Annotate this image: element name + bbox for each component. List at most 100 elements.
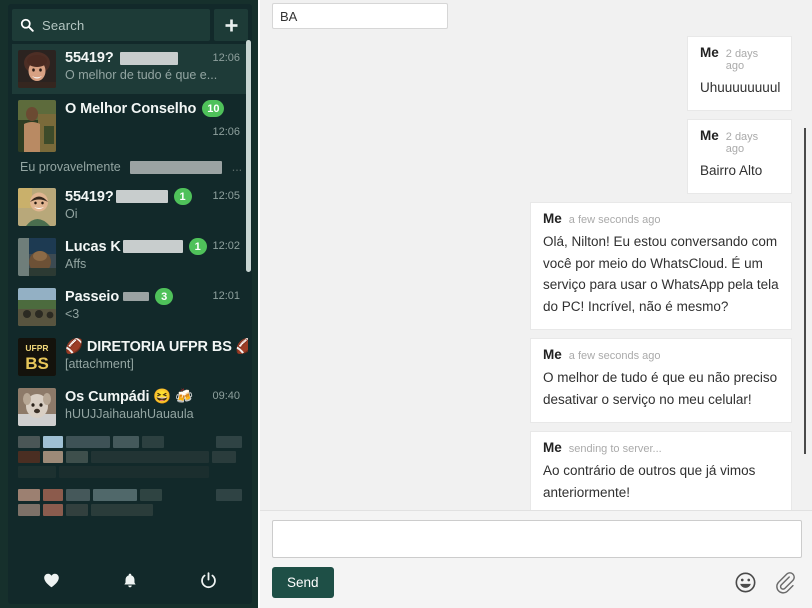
message-author: Me <box>700 127 719 143</box>
message-header: Me 2 days ago <box>700 128 779 155</box>
avatar <box>18 50 56 88</box>
avatar-image <box>18 50 56 88</box>
chat-time: 12:06 <box>212 52 240 64</box>
chat-list[interactable]: 55419? O melhor de tudo é que e... 12:06 <box>12 44 248 560</box>
chat-list-item[interactable]: O Melhor Conselho 10 12:06 <box>12 94 248 158</box>
chat-title: 55419? <box>65 50 114 66</box>
composer-actions: Send <box>272 567 802 598</box>
message-time: a few seconds ago <box>568 213 661 226</box>
message-list: Me 2 days ago Uhuuuuuuuul Me 2 days ago … <box>260 32 812 510</box>
unread-badge: 1 <box>173 188 192 206</box>
message-author: Me <box>543 210 562 226</box>
avatar <box>18 388 56 427</box>
unread-badge: 1 <box>188 238 207 256</box>
avatar <box>18 100 56 152</box>
chat-list-item[interactable]: Lucas K 1 Affs 12:02 <box>12 232 248 282</box>
avatar-image <box>18 388 56 427</box>
chat-preview: Affs <box>65 257 87 272</box>
chat-title: Lucas K <box>65 238 121 255</box>
chat-title: 55419? <box>65 188 114 205</box>
chat-list-item[interactable]: 55419? O melhor de tudo é que e... 12:06 <box>12 44 248 94</box>
message-scrollbar-thumb[interactable] <box>804 128 806 454</box>
chat-time: 12:05 <box>212 190 240 203</box>
unread-badge: 3 <box>155 288 174 306</box>
message-author: Me <box>543 439 562 455</box>
sidebar: Search 55419? O melhor de tudo é que e..… <box>0 0 260 608</box>
message-time: 2 days ago <box>725 48 759 72</box>
message-bubble: Me 2 days ago Bairro Alto <box>687 118 792 194</box>
chat-time: 12:01 <box>212 290 240 303</box>
sidebar-panel: Search 55419? O melhor de tudo é que e..… <box>8 4 252 604</box>
message-text: Bairro Alto <box>700 162 763 178</box>
message-time: sending to server... <box>568 442 662 455</box>
attachment-icon[interactable] <box>775 571 796 594</box>
chat-body: 🏈 DIRETORIA UFPR BS 🏈 [attachment] <box>65 338 248 376</box>
message-header: Me a few seconds ago <box>543 347 779 362</box>
heart-icon[interactable] <box>43 572 60 589</box>
sidebar-scrollbar-thumb[interactable] <box>246 40 251 272</box>
avatar-image: UFPR BS <box>18 338 56 377</box>
redacted-name <box>115 190 168 204</box>
add-chat-button[interactable] <box>214 9 248 41</box>
message-text: Ao contrário de outros que já vimos ante… <box>543 462 756 500</box>
message-input[interactable] <box>272 520 802 558</box>
redacted-preview <box>130 161 223 175</box>
chat-preview: <3 <box>65 307 80 322</box>
obscured-chat-item[interactable] <box>12 432 248 485</box>
avatar <box>18 288 56 327</box>
message-text: O melhor de tudo é que eu não preciso de… <box>543 370 778 408</box>
message-bubble: Me 2 days ago Uhuuuuuuuul <box>687 36 792 111</box>
sidebar-scrollbar[interactable] <box>246 40 251 558</box>
avatar-image <box>18 100 56 152</box>
message-header: Me sending to server... <box>543 440 779 455</box>
whatscloud-app: Search 55419? O melhor de tudo é que e..… <box>0 0 812 608</box>
svg-text:BS: BS <box>25 354 49 373</box>
chat-list-item[interactable]: Passeio 3 <3 12:01 <box>12 282 248 332</box>
search-input[interactable]: Search <box>12 9 210 41</box>
power-icon[interactable] <box>200 571 217 589</box>
avatar <box>18 188 56 227</box>
emoji-icon[interactable] <box>735 572 756 593</box>
sidebar-footer <box>12 560 248 600</box>
avatar-image <box>18 188 56 227</box>
recipient-input[interactable] <box>272 3 448 29</box>
message-time: 2 days ago <box>725 130 759 155</box>
avatar <box>18 238 56 277</box>
chat-time: 09:40 <box>212 390 240 403</box>
recipient-row <box>260 0 812 32</box>
obscured-chat-item[interactable] <box>12 485 248 523</box>
composer-tools <box>735 571 802 594</box>
chat-preview-suffix: ... <box>231 160 243 174</box>
chat-title-row: O Melhor Conselho 10 <box>65 100 240 117</box>
chat-preview: Eu provavelmente <box>20 160 121 174</box>
chat-title: Passeio <box>65 288 120 305</box>
chat-title: Os Cumpádi 😆 🍻 <box>65 389 194 406</box>
search-icon <box>20 18 34 32</box>
plus-icon <box>225 19 237 31</box>
redacted-name <box>119 51 178 65</box>
redacted-name <box>123 292 150 302</box>
avatar: UFPR BS <box>18 338 56 377</box>
composer: Send <box>260 510 812 608</box>
chat-title: 🏈 DIRETORIA UFPR BS 🏈 <box>65 339 248 356</box>
message-bubble: Me a few seconds ago O melhor de tudo é … <box>530 338 792 423</box>
chat-list-item[interactable]: 55419? 1 Oi 12:05 <box>12 182 248 232</box>
bell-icon[interactable] <box>122 572 138 589</box>
message-bubble: Me sending to server... Ao contrário de … <box>530 430 792 510</box>
send-button[interactable]: Send <box>272 567 334 598</box>
message-author: Me <box>700 45 719 60</box>
svg-text:UFPR: UFPR <box>25 343 48 353</box>
chat-preview: Oi <box>65 207 78 222</box>
message-scrollbar[interactable] <box>802 36 808 506</box>
unread-badge: 10 <box>202 100 225 117</box>
chat-preview: hUUJJaihauahUauaula <box>65 407 194 422</box>
chat-panel: Me 2 days ago Uhuuuuuuuul Me 2 days ago … <box>260 0 812 608</box>
message-time: a few seconds ago <box>568 350 661 363</box>
chat-preview: [attachment] <box>65 357 134 372</box>
message-text: Olá, Nilton! Eu estou conversando com vo… <box>543 233 779 315</box>
avatar-image <box>18 288 56 327</box>
message-header: Me 2 days ago <box>700 45 779 72</box>
message-header: Me a few seconds ago <box>543 211 779 226</box>
chat-list-item[interactable]: UFPR BS 🏈 DIRETORIA UFPR BS 🏈 [attachmen… <box>12 332 248 382</box>
chat-list-item[interactable]: Os Cumpádi 😆 🍻 hUUJJaihauahUauaula 09:40 <box>12 382 248 432</box>
